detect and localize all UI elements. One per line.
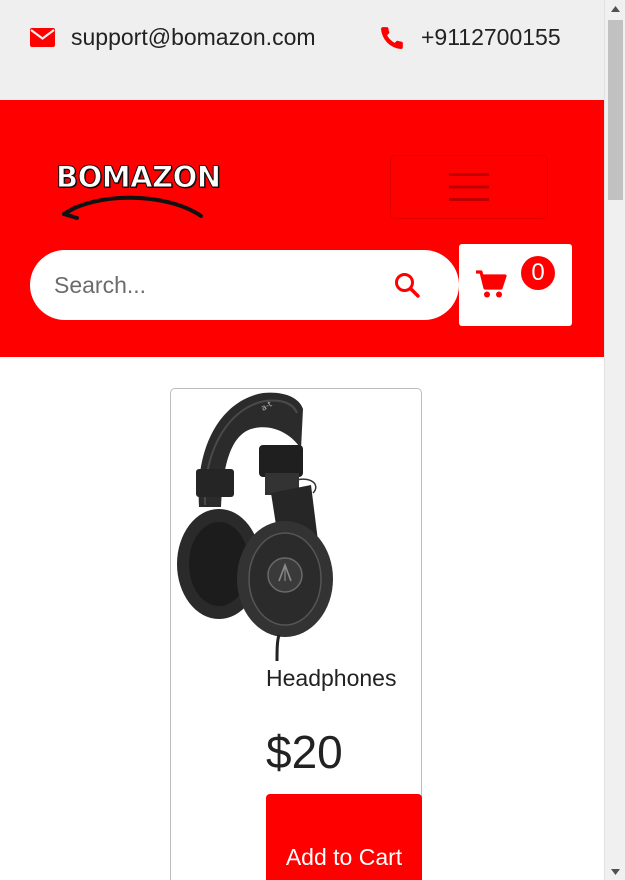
page: support@bomazon.com +9112700155 BOMAZON bbox=[0, 0, 604, 880]
scrollbar-thumb[interactable] bbox=[608, 20, 623, 200]
brand-logo[interactable]: BOMAZON bbox=[56, 160, 222, 222]
search-input[interactable] bbox=[54, 250, 374, 320]
search-bar bbox=[30, 250, 459, 320]
logo-smile-icon bbox=[62, 195, 203, 220]
cart-button[interactable]: 0 bbox=[459, 244, 572, 326]
site-header: BOMAZON Search... 0 bbox=[0, 100, 604, 357]
phone-icon bbox=[379, 25, 405, 51]
menu-toggle-button[interactable] bbox=[390, 155, 548, 219]
product-price: $20 bbox=[266, 726, 343, 778]
envelope-icon bbox=[30, 28, 55, 47]
contact-email-text: support@bomazon.com bbox=[71, 24, 316, 50]
product-card: a-t Headphones $20 Add to Cart bbox=[170, 388, 422, 880]
cart-count-badge: 0 bbox=[521, 256, 555, 290]
search-icon bbox=[395, 273, 420, 298]
scrollbar[interactable] bbox=[604, 0, 625, 880]
contact-phone-text: +9112700155 bbox=[421, 24, 561, 50]
contact-email[interactable]: support@bomazon.com bbox=[30, 24, 316, 51]
hamburger-icon bbox=[449, 173, 489, 201]
search-button[interactable] bbox=[392, 270, 422, 300]
scroll-up-icon[interactable] bbox=[605, 0, 625, 17]
product-name: Headphones bbox=[266, 665, 397, 691]
scroll-down-icon[interactable] bbox=[605, 863, 625, 880]
contact-bar: support@bomazon.com +9112700155 bbox=[0, 0, 604, 100]
product-image[interactable]: a-t bbox=[171, 389, 341, 661]
contact-phone[interactable]: +9112700155 bbox=[379, 24, 561, 51]
add-to-cart-button[interactable]: Add to Cart bbox=[266, 794, 422, 880]
cart-icon bbox=[475, 269, 507, 304]
